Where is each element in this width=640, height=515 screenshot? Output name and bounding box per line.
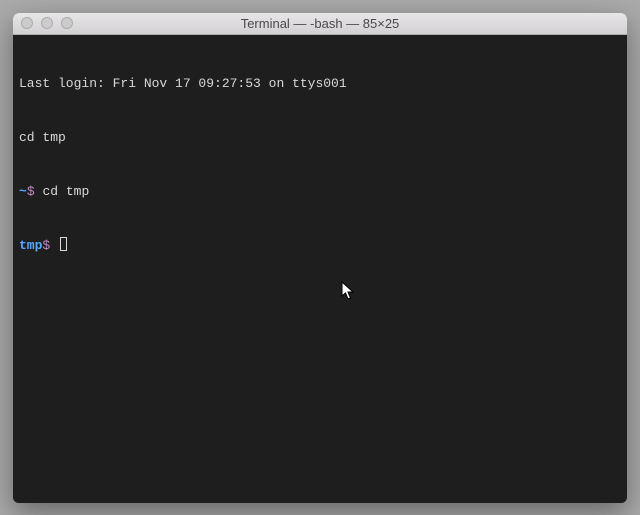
prompt-line-2: tmp$: [19, 237, 621, 255]
prompt-line-1: ~$ cd tmp: [19, 183, 621, 201]
prompt-symbol: $: [27, 184, 35, 199]
titlebar[interactable]: Terminal — -bash — 85×25: [13, 13, 627, 35]
prompt-path: ~: [19, 184, 27, 199]
zoom-icon[interactable]: [61, 17, 73, 29]
mouse-pointer-icon: [341, 281, 357, 301]
close-icon[interactable]: [21, 17, 33, 29]
prompt-path: tmp: [19, 238, 42, 253]
minimize-icon[interactable]: [41, 17, 53, 29]
terminal-window: Terminal — -bash — 85×25 Last login: Fri…: [13, 13, 627, 503]
echoed-command-line: cd tmp: [19, 129, 621, 147]
command-text: cd tmp: [42, 184, 89, 199]
terminal-body[interactable]: Last login: Fri Nov 17 09:27:53 on ttys0…: [13, 35, 627, 503]
prompt-symbol: $: [42, 238, 50, 253]
window-title: Terminal — -bash — 85×25: [13, 16, 627, 31]
last-login-line: Last login: Fri Nov 17 09:27:53 on ttys0…: [19, 75, 621, 93]
traffic-lights: [21, 17, 73, 29]
cursor-icon: [60, 237, 67, 251]
